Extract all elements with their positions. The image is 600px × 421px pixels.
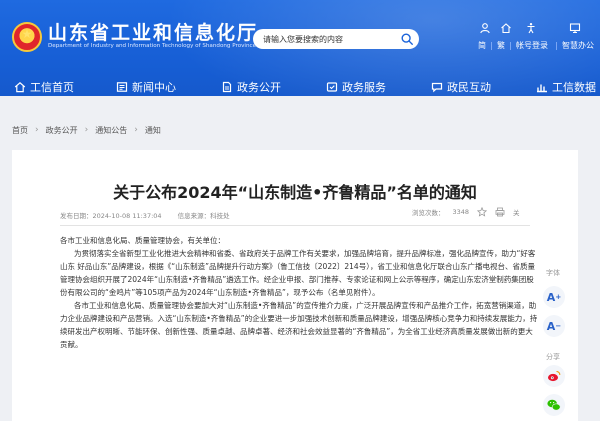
article-meta: 发布日期：2024-10-08 11:37:04 信息来源：科技处 bbox=[60, 210, 244, 220]
publish-time: 发布日期：2024-10-08 11:37:04 bbox=[60, 212, 162, 220]
breadcrumb-separator: › bbox=[84, 125, 89, 135]
breadcrumb-notices[interactable]: 通知公告 bbox=[95, 125, 127, 136]
main-nav: 工信首页 新闻中心 政务公开 政务服务 政民互动 工信数据 bbox=[0, 78, 600, 96]
tool-separator: | bbox=[555, 41, 558, 50]
breadcrumb-separator: › bbox=[134, 125, 138, 135]
national-emblem-icon bbox=[12, 22, 42, 52]
minus-icon: − bbox=[555, 322, 562, 330]
news-icon bbox=[116, 82, 128, 92]
service-icon bbox=[326, 82, 338, 92]
office-icon[interactable] bbox=[569, 22, 581, 34]
weibo-icon bbox=[548, 371, 561, 382]
nav-item-government-affairs[interactable]: 政务公开 bbox=[221, 78, 281, 96]
article-source: 信息来源：科技处 bbox=[177, 212, 230, 220]
interaction-icon bbox=[431, 82, 443, 93]
font-increase-label: A bbox=[546, 290, 556, 304]
nav-item-label: 政民互动 bbox=[447, 81, 491, 94]
user-icon[interactable] bbox=[479, 22, 491, 34]
article-card: 关于公布2024年“山东制造•齐鲁精品”名单的通知 发布日期：2024-10-0… bbox=[12, 150, 578, 421]
site-title[interactable]: 山东省工业和信息化厅 bbox=[48, 18, 258, 45]
nav-item-label: 新闻中心 bbox=[132, 81, 176, 94]
print-icon[interactable] bbox=[495, 207, 505, 217]
site-subtitle: Department of Industry and Information T… bbox=[48, 43, 257, 49]
views-label: 浏览次数： bbox=[412, 209, 445, 217]
article-title: 关于公布2024年“山东制造•齐鲁精品”名单的通知 bbox=[113, 183, 477, 202]
article-meta-right: 浏览次数： 3348 关 bbox=[412, 207, 520, 217]
search-icon[interactable] bbox=[400, 32, 414, 46]
star-icon[interactable] bbox=[477, 207, 488, 217]
close-link[interactable]: 关 bbox=[513, 207, 520, 217]
article-body: 各市工业和信息化局、质量管理协会，有关单位： 为贯彻落实全省新型工业化推进大会精… bbox=[60, 234, 540, 351]
nav-item-news[interactable]: 新闻中心 bbox=[116, 78, 176, 96]
search-input[interactable] bbox=[263, 32, 393, 46]
nav-item-label: 工信首页 bbox=[30, 81, 74, 94]
weibo-share-button[interactable] bbox=[543, 365, 565, 387]
wechat-icon bbox=[547, 399, 561, 411]
tool-separator: | bbox=[509, 41, 512, 50]
document-icon bbox=[222, 81, 232, 93]
breadcrumb-government-affairs[interactable]: 政务公开 bbox=[46, 125, 78, 136]
nav-item-data[interactable]: 工信数据 bbox=[536, 78, 596, 96]
traditional-chinese-link[interactable]: 繁 bbox=[497, 40, 505, 51]
font-decrease-button[interactable]: A − bbox=[543, 315, 565, 337]
wechat-share-button[interactable] bbox=[543, 394, 565, 416]
home-icon[interactable] bbox=[500, 22, 512, 34]
search-box bbox=[253, 29, 419, 49]
font-increase-button[interactable]: A + bbox=[543, 286, 565, 308]
nav-item-home[interactable]: 工信首页 bbox=[14, 78, 74, 96]
simplified-chinese-link[interactable]: 简 bbox=[478, 40, 486, 51]
breadcrumb: 首页 › 政务公开 › 通知公告 › 通知 bbox=[12, 124, 161, 136]
nav-item-label: 政务服务 bbox=[342, 81, 386, 94]
views-count: 3348 bbox=[452, 208, 470, 216]
paragraph: 为贯彻落实全省新型工业化推进大会精神和省委、省政府关于品牌工作有关要求，加强品牌… bbox=[60, 249, 536, 297]
nav-item-public-interaction[interactable]: 政民互动 bbox=[431, 78, 491, 96]
breadcrumb-current[interactable]: 通知 bbox=[145, 125, 161, 136]
font-decrease-label: A bbox=[546, 319, 556, 333]
divider bbox=[60, 225, 530, 226]
share-label: 分享 bbox=[546, 353, 560, 361]
plus-icon: + bbox=[555, 293, 562, 301]
smart-office-link[interactable]: 智慧办公 bbox=[562, 40, 594, 51]
nav-item-government-services[interactable]: 政务服务 bbox=[326, 78, 386, 96]
breadcrumb-home[interactable]: 首页 bbox=[12, 125, 28, 136]
accessibility-icon[interactable] bbox=[525, 22, 537, 34]
account-login-link[interactable]: 帐号登录 bbox=[516, 40, 548, 51]
data-icon bbox=[537, 84, 547, 93]
nav-item-label: 工信数据 bbox=[552, 81, 596, 94]
nav-item-label: 政务公开 bbox=[237, 81, 281, 94]
paragraph: 各市工业和信息化局、质量管理协会要加大对“山东制造•齐鲁精品”的宣传推介力度，广… bbox=[60, 301, 538, 349]
tool-separator: | bbox=[490, 41, 493, 50]
home-icon bbox=[14, 82, 26, 93]
salutation: 各市工业和信息化局、质量管理协会，有关单位： bbox=[60, 236, 225, 245]
font-size-label: 字体 bbox=[546, 269, 560, 277]
breadcrumb-separator: › bbox=[35, 125, 39, 135]
site-header: 山东省工业和信息化厅 Department of Industry and In… bbox=[0, 0, 600, 96]
